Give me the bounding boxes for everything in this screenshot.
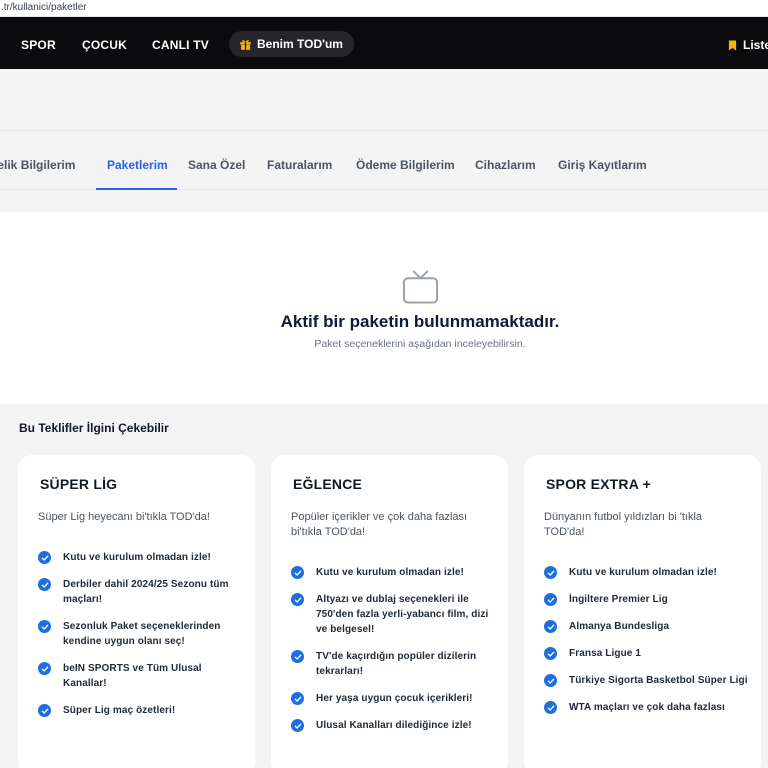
offer-card-super-lig[interactable]: SÜPER LİG Süper Lig heyecanı bi'tıkla TO… <box>18 455 255 768</box>
offer-card-eglence[interactable]: EĞLENCE Popüler içerikler ve çok daha fa… <box>271 455 508 768</box>
check-icon <box>38 578 51 591</box>
empty-state-subtitle: Paket seçeneklerini aşağıdan inceleyebil… <box>314 338 526 350</box>
check-icon <box>544 566 557 579</box>
check-icon <box>38 551 51 564</box>
feature-text: Almanya Bundesliga <box>569 621 670 632</box>
feature-text: Süper Lig maç özetleri! <box>63 705 176 716</box>
tab-giris-kayitlarim[interactable]: Giriş Kayıtlarım <box>558 158 647 172</box>
feature-item: Kutu ve kurulum olmadan izle! <box>291 565 496 580</box>
feature-text: Altyazı ve dublaj seçenekleri ile 750'de… <box>316 594 489 635</box>
header-spacer <box>0 69 768 130</box>
offer-card-spor-extra[interactable]: SPOR EXTRA + Dünyanın futbol yıldızları … <box>524 455 761 768</box>
feature-item: Derbiler dahil 2024/25 Sezonu tüm maçlar… <box>38 577 243 607</box>
check-icon <box>544 647 557 660</box>
offer-card-title: SÜPER LİG <box>40 476 118 492</box>
tab-sana-ozel[interactable]: Sana Özel <box>188 158 245 172</box>
top-navbar: SPOR ÇOCUK CANLI TV Benim TOD'um Liste <box>0 17 768 69</box>
tab-paketlerim[interactable]: Paketlerim <box>107 158 168 172</box>
gift-icon <box>240 39 251 50</box>
liste-button[interactable]: Liste <box>728 38 768 52</box>
empty-state-panel <box>0 212 768 404</box>
check-icon <box>544 674 557 687</box>
check-icon <box>291 566 304 579</box>
feature-text: Derbiler dahil 2024/25 Sezonu tüm maçlar… <box>63 579 229 605</box>
check-icon <box>544 701 557 714</box>
feature-list: Kutu ve kurulum olmadan izle! İngiltere … <box>544 565 749 727</box>
check-icon <box>38 662 51 675</box>
feature-text: Sezonluk Paket seçeneklerinden kendine u… <box>63 621 221 647</box>
address-bar[interactable]: .tr/kullanici/paketler <box>0 0 768 17</box>
feature-item: TV'de kaçırdığın popüler dizilerin tekra… <box>291 649 496 679</box>
bookmark-icon <box>728 40 737 50</box>
feature-item: Her yaşa uygun çocuk içerikleri! <box>291 691 496 706</box>
feature-list: Kutu ve kurulum olmadan izle! Altyazı ve… <box>291 565 496 745</box>
offer-card-description: Süper Lig heyecanı bi'tıkla TOD'da! <box>38 511 210 523</box>
feature-text: beIN SPORTS ve Tüm Ulusal Kanallar! <box>63 663 202 689</box>
check-icon <box>544 620 557 633</box>
tab-odeme-bilgilerim[interactable]: Ödeme Bilgilerim <box>356 158 455 172</box>
nav-spor[interactable]: SPOR <box>21 38 56 52</box>
feature-item: İngiltere Premier Lig <box>544 592 749 607</box>
feature-text: İngiltere Premier Lig <box>569 594 668 605</box>
feature-item: Almanya Bundesliga <box>544 619 749 634</box>
offer-card-description: Dünyanın futbol yıldızları bi 'tıkla TOD… <box>544 511 703 538</box>
check-icon <box>291 719 304 732</box>
liste-label: Liste <box>743 38 768 52</box>
feature-text: Kutu ve kurulum olmadan izle! <box>316 567 464 578</box>
nav-canli-tv[interactable]: CANLI TV <box>152 38 209 52</box>
feature-item: Kutu ve kurulum olmadan izle! <box>544 565 749 580</box>
tab-cihazlarim[interactable]: Cihazlarım <box>475 158 536 172</box>
tab-faturalarim[interactable]: Faturalarım <box>267 158 332 172</box>
feature-list: Kutu ve kurulum olmadan izle! Derbiler d… <box>38 550 243 730</box>
nav-cocuk[interactable]: ÇOCUK <box>82 38 127 52</box>
feature-item: Sezonluk Paket seçeneklerinden kendine u… <box>38 619 243 649</box>
offer-card-title: SPOR EXTRA + <box>546 476 651 492</box>
check-icon <box>38 704 51 717</box>
benim-todum-button[interactable]: Benim TOD'um <box>229 31 354 57</box>
feature-item: WTA maçları ve çok daha fazlası <box>544 700 749 715</box>
feature-text: WTA maçları ve çok daha fazlası <box>569 702 725 713</box>
feature-item: Ulusal Kanalları dilediğince izle! <box>291 718 496 733</box>
feature-text: Her yaşa uygun çocuk içerikleri! <box>316 693 473 704</box>
check-icon <box>291 650 304 663</box>
tv-icon <box>402 270 439 304</box>
feature-item: Kutu ve kurulum olmadan izle! <box>38 550 243 565</box>
check-icon <box>38 620 51 633</box>
active-tab-indicator <box>96 188 177 190</box>
feature-item: Fransa Ligue 1 <box>544 646 749 661</box>
check-icon <box>291 692 304 705</box>
feature-text: Kutu ve kurulum olmadan izle! <box>569 567 717 578</box>
feature-text: Kutu ve kurulum olmadan izle! <box>63 552 211 563</box>
feature-item: Altyazı ve dublaj seçenekleri ile 750'de… <box>291 592 496 637</box>
tab-uyelik-bilgilerim[interactable]: Üyelik Bilgilerim <box>0 158 75 172</box>
offers-section-title: Bu Teklifler İlgini Çekebilir <box>19 421 169 435</box>
check-icon <box>544 593 557 606</box>
feature-item: beIN SPORTS ve Tüm Ulusal Kanallar! <box>38 661 243 691</box>
account-tabs: Üyelik Bilgilerim Paketlerim Sana Özel F… <box>0 130 768 190</box>
offer-card-description: Popüler içerikler ve çok daha fazlası bi… <box>291 511 468 538</box>
offer-card-title: EĞLENCE <box>293 476 363 492</box>
empty-state-title: Aktif bir paketin bulunmamaktadır. <box>280 312 560 331</box>
url-text: .tr/kullanici/paketler <box>1 2 87 13</box>
feature-text: Türkiye Sigorta Basketbol Süper Ligi <box>569 675 748 686</box>
feature-text: TV'de kaçırdığın popüler dizilerin tekra… <box>316 651 477 677</box>
check-icon <box>291 593 304 606</box>
feature-item: Türkiye Sigorta Basketbol Süper Ligi <box>544 673 749 688</box>
feature-text: Fransa Ligue 1 <box>569 648 641 659</box>
feature-text: Ulusal Kanalları dilediğince izle! <box>316 720 472 731</box>
benim-todum-label: Benim TOD'um <box>257 37 343 51</box>
feature-item: Süper Lig maç özetleri! <box>38 703 243 718</box>
